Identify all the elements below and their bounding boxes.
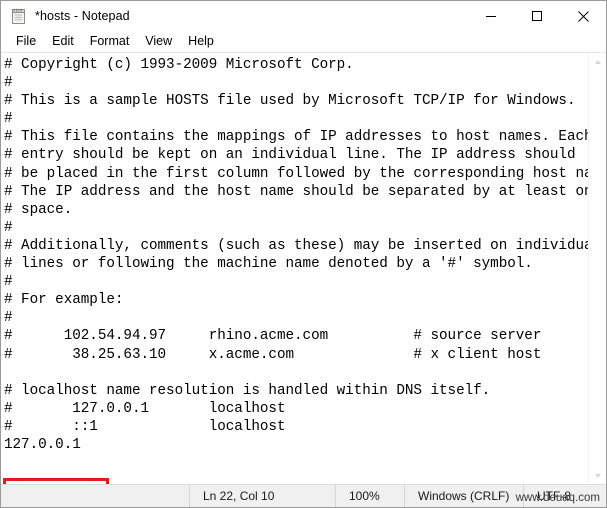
- scroll-up-icon[interactable]: [589, 53, 606, 70]
- editor-line: #: [4, 274, 13, 291]
- close-icon: [577, 10, 589, 22]
- editor-line: # ::1 localhost: [4, 418, 286, 435]
- text-editor[interactable]: # Copyright (c) 1993-2009 Microsoft Corp…: [1, 53, 588, 484]
- menu-item-format[interactable]: Format: [82, 31, 138, 52]
- editor-line: # Additionally, comments (such as these)…: [4, 237, 588, 254]
- editor-line: #: [4, 310, 13, 327]
- maximize-button[interactable]: [514, 1, 560, 31]
- close-button[interactable]: [560, 1, 606, 31]
- status-spacer: [1, 485, 189, 507]
- editor-line: # space.: [4, 201, 73, 218]
- editor-line: # For example:: [4, 292, 124, 309]
- editor-area: # Copyright (c) 1993-2009 Microsoft Corp…: [1, 52, 606, 484]
- editor-line: 127.0.0.1: [4, 436, 81, 453]
- minimize-button[interactable]: [468, 1, 514, 31]
- scroll-down-icon[interactable]: [589, 467, 606, 484]
- menu-item-help[interactable]: Help: [180, 31, 222, 52]
- title-bar: *hosts - Notepad: [1, 1, 606, 31]
- editor-line: # lines or following the machine name de…: [4, 256, 533, 273]
- window-controls: [468, 1, 606, 31]
- status-zoom-level[interactable]: 100%: [335, 485, 404, 507]
- menu-item-view[interactable]: View: [137, 31, 180, 52]
- editor-line: # 102.54.94.97 rhino.acme.com # source s…: [4, 328, 542, 345]
- editor-line: # entry should be kept on an individual …: [4, 147, 576, 164]
- watermark-text: www.deuaq.com: [515, 492, 600, 504]
- notepad-window: *hosts - Notepad File Edit Format View H…: [0, 0, 607, 508]
- editor-line: # This is a sample HOSTS file used by Mi…: [4, 93, 576, 110]
- status-line-ending: Windows (CRLF): [404, 485, 523, 507]
- status-cursor-position: Ln 22, Col 10: [189, 485, 335, 507]
- menu-bar: File Edit Format View Help: [1, 31, 606, 52]
- vertical-scrollbar[interactable]: [588, 53, 606, 484]
- menu-item-edit[interactable]: Edit: [44, 31, 82, 52]
- editor-line: #: [4, 219, 13, 236]
- maximize-icon: [532, 11, 542, 21]
- editor-line: #: [4, 75, 13, 92]
- editor-line: #: [4, 111, 13, 128]
- notepad-icon: [10, 8, 27, 25]
- window-title: *hosts - Notepad: [35, 9, 130, 23]
- editor-line: # This file contains the mappings of IP …: [4, 129, 588, 146]
- minimize-icon: [486, 16, 496, 17]
- editor-line: # 127.0.0.1 localhost: [4, 400, 286, 417]
- title-bar-left: *hosts - Notepad: [1, 8, 130, 25]
- editor-line: # The IP address and the host name shoul…: [4, 183, 588, 200]
- editor-line: # Copyright (c) 1993-2009 Microsoft Corp…: [4, 57, 354, 73]
- status-bar: Ln 22, Col 10 100% Windows (CRLF) UTF-8 …: [1, 484, 606, 507]
- editor-line: # be placed in the first column followed…: [4, 165, 588, 182]
- menu-item-file[interactable]: File: [8, 31, 44, 52]
- hosts-file-text: # Copyright (c) 1993-2009 Microsoft Corp…: [4, 56, 588, 454]
- editor-line: # 38.25.63.10 x.acme.com # x client host: [4, 346, 542, 363]
- editor-line: # localhost name resolution is handled w…: [4, 382, 491, 399]
